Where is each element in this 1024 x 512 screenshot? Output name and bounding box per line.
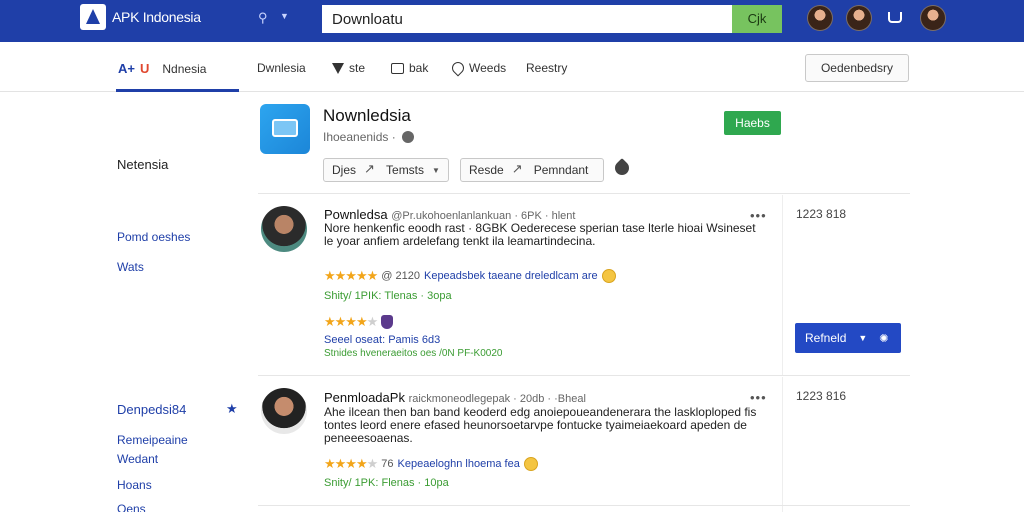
logo-text: APK Indonesia (112, 9, 201, 25)
avatar[interactable] (807, 5, 833, 31)
app-title: Nownledsia (323, 106, 411, 125)
filter-icon (332, 62, 344, 74)
rating-link[interactable]: Kepeaeloghn lhoema fea (398, 458, 520, 470)
sidebar-heading: Netensia (117, 157, 169, 172)
sidebar-heading-link[interactable]: Denpedsi84 (117, 402, 186, 417)
pin-icon[interactable] (612, 158, 632, 178)
nav-item-label: Ndnesia (162, 61, 207, 76)
refresh-button[interactable]: Refneld ▼ ✺ (795, 323, 901, 353)
box-icon (391, 62, 404, 74)
nav-item-label: ste (349, 61, 366, 75)
app-icon-graphic (272, 119, 298, 137)
avatar[interactable] (846, 5, 872, 31)
reviewer-avatar[interactable] (261, 388, 307, 434)
nav-item-label: Weeds (469, 61, 507, 75)
emoji-icon (601, 269, 616, 283)
action-pill[interactable]: Resde Pemndant (460, 158, 604, 182)
chevron-down-icon[interactable]: ▼ (280, 11, 289, 21)
cup-icon[interactable] (888, 12, 902, 23)
sidebar-link[interactable]: Hoans (117, 478, 152, 492)
sidebar-link[interactable]: Remeipeaine (117, 433, 188, 447)
rating-text: @ 2120 (381, 270, 420, 282)
sidebar-link[interactable]: Oens (117, 502, 146, 512)
refresh-button-label: Refneld (805, 331, 847, 345)
nav-item-label: Reestry (526, 61, 568, 75)
divider (782, 377, 783, 512)
divider (258, 375, 910, 376)
divider (258, 505, 910, 506)
search-input[interactable] (322, 5, 732, 33)
sidebar-link[interactable]: Wats (117, 260, 144, 274)
review-tags: Snity/ 1PK: Flenas · 10pa (324, 477, 449, 489)
chevron-down-icon: ▼ (432, 165, 440, 175)
review-tags: Shity/ 1PIK: Tlenas · 3opa (324, 290, 452, 302)
nav-item-label: Dwnlesia (257, 61, 306, 75)
review-header: Pownledsa @Pr.ukohoenlanlankuan · 6PK · … (324, 207, 575, 222)
app-subtitle: Ihoeanenids · (323, 130, 414, 144)
search-button[interactable]: Cjk (732, 5, 782, 33)
nav-item-weeds[interactable]: Weeds (449, 59, 507, 77)
rating-link[interactable]: Kepeadsbek taeane dreledlcam are (424, 270, 598, 282)
share-icon (512, 161, 526, 177)
pill-right-label: Pemndant (533, 163, 589, 177)
active-tab-indicator (116, 89, 239, 92)
review-rating-row: ★★★★★ @ 2120 Kepeadsbek taeane dreledlca… (324, 268, 616, 284)
reviewer-name[interactable]: Pownledsa (324, 207, 388, 222)
logo-icon (80, 4, 106, 30)
pill-right-label: Temsts (386, 163, 425, 177)
divider (258, 193, 910, 194)
sidebar-link[interactable]: Pomd oeshes (117, 230, 190, 244)
nav-item-home[interactable]: A+ U Ndnesia (118, 61, 206, 76)
app-subtitle-text: Ihoeanenids · (323, 130, 396, 144)
app-icon (260, 104, 310, 154)
more-options-icon[interactable]: ••• (750, 390, 767, 405)
nav-item-filter[interactable]: ste (332, 61, 365, 75)
gear-icon: ✺ (879, 332, 889, 345)
review-header: PenmloadaPk raickmoneodlegepak · 20db · … (324, 390, 586, 405)
review-count: 1223 818 (796, 207, 847, 221)
review-count: 1223 816 (796, 389, 847, 403)
location-icon (449, 59, 467, 77)
sidebar-link[interactable]: Wedant (117, 452, 158, 466)
reviewer-name[interactable]: PenmloadaPk (324, 390, 405, 405)
pill-left-label: Resde (469, 163, 504, 177)
review-reaction-row: ★★★★★ (324, 314, 394, 330)
star-rating-icon: ★★★★★ (324, 268, 378, 283)
logo[interactable]: APK Indonesia (80, 4, 201, 30)
search-icon[interactable]: ⚲ (258, 10, 268, 26)
review-text: Nore henkenfic eoodh rast · 8GBK Oederec… (324, 221, 756, 248)
status-badge[interactable]: Haebs (724, 111, 781, 135)
nav-item-registry[interactable]: Reestry (526, 61, 567, 75)
action-pill[interactable]: Djes Temsts ▼ (323, 158, 449, 182)
divider (782, 195, 783, 375)
nav-item-label: bak (409, 61, 429, 75)
reviewer-avatar[interactable] (261, 206, 307, 252)
nav-logo: A+ (118, 61, 135, 76)
nav-logo-mark: U (139, 61, 150, 76)
review-footnote: Stnides hveneraeitos oes /0N PF-K0020 (324, 348, 503, 359)
review-meta: raickmoneodlegepak · 20db · ·Bheal (408, 393, 586, 405)
rating-text: 76 (381, 458, 394, 470)
nav-bar: A+ U Ndnesia Dwnlesia ste bak Weeds Rees… (0, 42, 1024, 92)
profile-avatar[interactable] (920, 5, 946, 31)
nav-item-downloads[interactable]: Dwnlesia (257, 61, 306, 75)
review-text: Ahe ilcean then ban band keoderd edg ano… (324, 405, 757, 445)
top-bar: APK Indonesia ⚲ ▼ Cjk (0, 0, 1024, 42)
pill-left-label: Djes (332, 163, 357, 177)
chevron-down-icon: ▼ (858, 333, 868, 343)
star-rating-icon: ★★★★★ (324, 456, 378, 471)
nav-item-back[interactable]: bak (391, 61, 428, 75)
review-detail: Seeel oseat: Pamis 6d3 (324, 334, 441, 346)
thumbs-up-icon[interactable] (381, 315, 394, 329)
emoji-icon (523, 457, 538, 471)
download-button[interactable]: Oedenbedsry (805, 54, 909, 82)
review-rating-row: ★★★★★ 76 Kepeaeloghn lhoema fea (324, 456, 538, 472)
star-rating-icon: ★★★★★ (324, 314, 378, 329)
pin-icon[interactable]: ★ (226, 401, 238, 417)
share-icon (364, 161, 378, 177)
globe-icon[interactable] (401, 131, 414, 143)
